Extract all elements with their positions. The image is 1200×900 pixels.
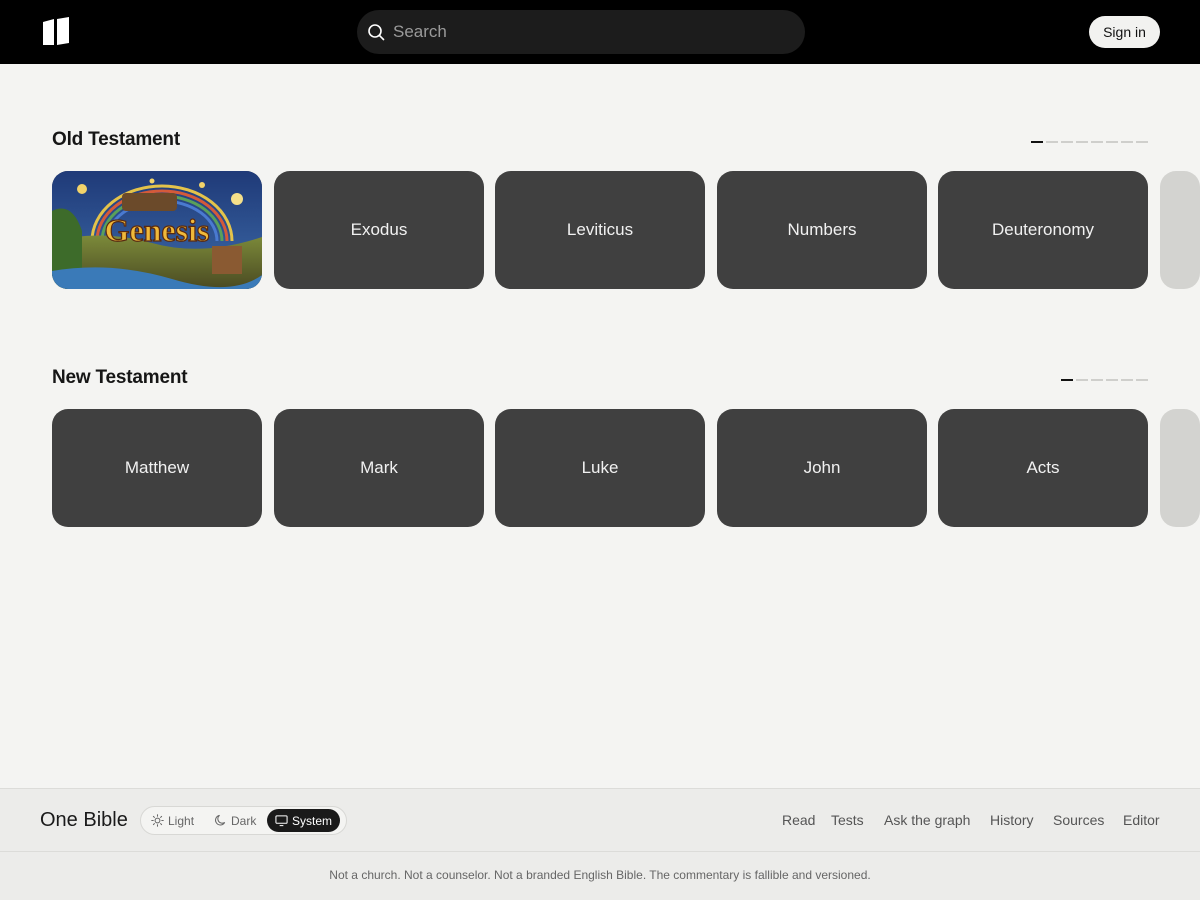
book-card[interactable]: Deuteronomy [938, 171, 1148, 289]
footer: One Bible Light Dark System Read Tests A… [0, 788, 1200, 900]
theme-option-light[interactable]: Light [151, 809, 194, 832]
pager-dot[interactable] [1046, 141, 1058, 143]
book-title: Exodus [350, 220, 408, 239]
book-title: Matthew [124, 458, 190, 477]
pager-dot[interactable] [1136, 379, 1148, 381]
footer-link-editor[interactable]: Editor [1123, 812, 1160, 828]
theme-option-label: Light [168, 813, 195, 828]
book-card[interactable]: Numbers [717, 171, 927, 289]
book-card-genesis[interactable]: Genesis [52, 171, 262, 289]
pager-dot[interactable] [1076, 379, 1088, 381]
pager-dot[interactable] [1136, 141, 1148, 143]
section-title: New Testament [52, 367, 188, 388]
pager-dot[interactable] [1031, 141, 1043, 143]
book-title: Deuteronomy [991, 220, 1095, 239]
book-title: Leviticus [566, 220, 634, 239]
search-bar[interactable] [357, 10, 805, 54]
search-input[interactable] [393, 22, 773, 42]
top-bar: Sign in [0, 0, 1200, 64]
book-card-next-partial[interactable] [1160, 171, 1200, 289]
sign-in-button[interactable]: Sign in [1089, 16, 1160, 48]
pager-dot[interactable] [1076, 141, 1088, 143]
footer-link-history[interactable]: History [990, 812, 1034, 828]
monitor-icon [275, 815, 288, 827]
pager-dot[interactable] [1061, 141, 1073, 143]
theme-option-label: System [292, 813, 333, 828]
footer-brand[interactable]: One Bible [40, 809, 128, 832]
book-title: Numbers [787, 220, 857, 239]
book-card[interactable]: Exodus [274, 171, 484, 289]
moon-icon [215, 814, 226, 826]
book-title: John [803, 458, 841, 477]
footer-link-read[interactable]: Read [782, 812, 815, 828]
footer-link-tests[interactable]: Tests [831, 812, 864, 828]
genesis-illustration: Genesis [52, 171, 262, 289]
theme-option-system[interactable]: System [267, 809, 341, 832]
book-title: Acts [1026, 458, 1060, 477]
book-carousel[interactable]: Matthew Mark Luke John Acts [52, 409, 1200, 527]
pager-dot[interactable] [1091, 379, 1103, 381]
open-book-icon[interactable] [40, 16, 72, 48]
theme-option-label: Dark [231, 813, 257, 828]
book-card[interactable]: Luke [495, 409, 705, 527]
pager-dot[interactable] [1121, 379, 1133, 381]
pager-dot[interactable] [1091, 141, 1103, 143]
pager-dot[interactable] [1061, 379, 1073, 381]
theme-option-dark[interactable]: Dark [214, 809, 256, 832]
footer-link-ask-the-graph[interactable]: Ask the graph [884, 812, 970, 828]
pager-dot[interactable] [1106, 141, 1118, 143]
book-card[interactable]: Acts [938, 409, 1148, 527]
book-card-next-partial[interactable] [1160, 409, 1200, 527]
svg-text:Genesis: Genesis [105, 212, 210, 248]
carousel-pager[interactable] [1061, 379, 1148, 381]
pager-dot[interactable] [1121, 141, 1133, 143]
theme-switcher: Light Dark System [140, 806, 347, 835]
book-card[interactable]: Mark [274, 409, 484, 527]
pager-dot[interactable] [1106, 379, 1118, 381]
old-testament-section: Old Testament Genesis Exodus Leviticus N… [52, 129, 1200, 289]
carousel-pager[interactable] [1031, 141, 1148, 143]
section-title: Old Testament [52, 129, 180, 150]
sun-icon [151, 814, 164, 827]
search-icon [367, 23, 385, 41]
book-card[interactable]: Matthew [52, 409, 262, 527]
book-title: Luke [581, 458, 619, 477]
book-carousel[interactable]: Genesis Exodus Leviticus Numbers Deutero… [52, 171, 1200, 289]
disclaimer-text: Not a church. Not a counselor. Not a bra… [329, 868, 871, 882]
new-testament-section: New Testament Matthew Mark Luke John Act… [52, 367, 1200, 527]
footer-link-sources[interactable]: Sources [1053, 812, 1104, 828]
book-card[interactable]: John [717, 409, 927, 527]
footer-nav-row: One Bible Light Dark System Read Tests A… [0, 789, 1200, 852]
book-title: Mark [360, 458, 398, 477]
book-card[interactable]: Leviticus [495, 171, 705, 289]
